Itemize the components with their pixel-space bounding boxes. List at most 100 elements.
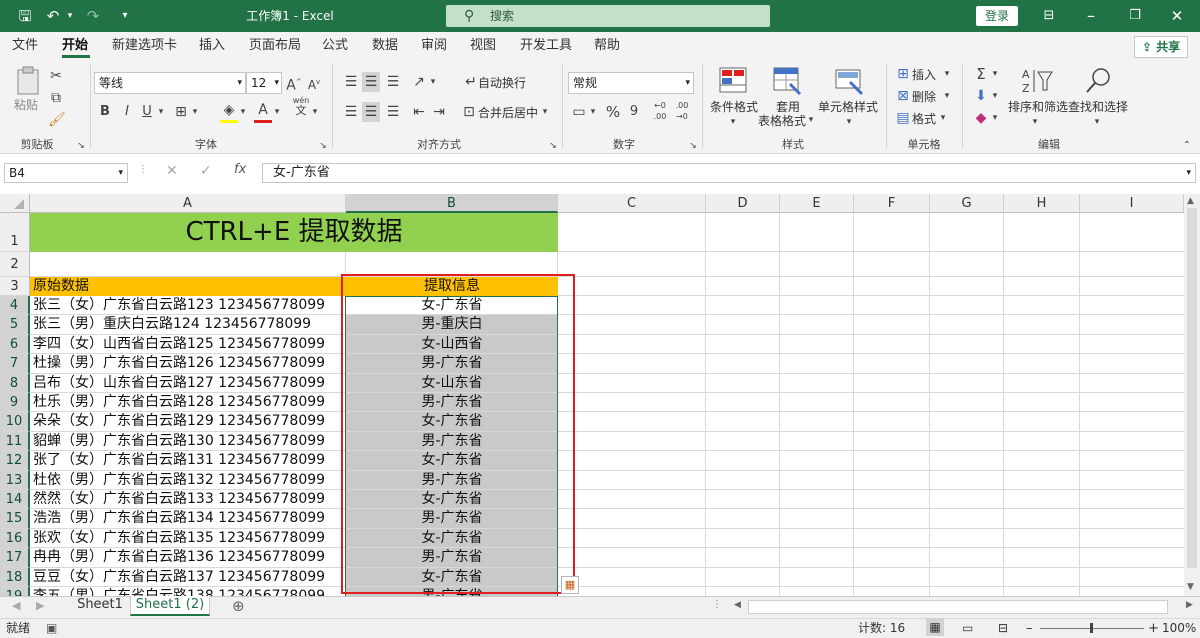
column-header-e[interactable]: E xyxy=(780,194,854,213)
chevron-down-icon[interactable]: ▾ xyxy=(990,108,1000,128)
tab-view[interactable]: 视图 xyxy=(470,32,496,60)
page-break-view-icon[interactable]: ⊟ xyxy=(998,619,1008,638)
find-select-icon[interactable] xyxy=(1084,66,1114,96)
flash-fill-options-icon[interactable]: ▦ xyxy=(561,576,579,594)
number-format-select[interactable]: 常规 ▾ xyxy=(568,72,694,94)
align-bottom-icon[interactable]: ☰ xyxy=(384,72,402,92)
next-sheet-icon[interactable]: ▶ xyxy=(36,599,44,612)
row-header-2[interactable]: 2 xyxy=(0,252,30,277)
align-right-icon[interactable]: ☰ xyxy=(384,102,402,122)
fill-color-icon[interactable]: ◈ xyxy=(220,100,238,123)
format-label[interactable]: 格式 xyxy=(912,110,936,127)
autosum-icon[interactable]: Σ xyxy=(972,64,990,84)
row-header-19[interactable]: 19 xyxy=(0,587,30,596)
chevron-down-icon[interactable]: ▾ xyxy=(942,64,952,84)
percent-button[interactable]: % xyxy=(604,102,622,122)
tab-review[interactable]: 审阅 xyxy=(421,32,447,60)
name-box[interactable]: B4 ▾ xyxy=(4,163,128,183)
row-header-13[interactable]: 13 xyxy=(0,470,30,490)
align-left-icon[interactable]: ☰ xyxy=(342,102,360,122)
table-format-icon[interactable] xyxy=(772,66,802,96)
title-cell-a1[interactable]: CTRL+E 提取数据 xyxy=(30,213,558,252)
redo-icon[interactable]: ↷ xyxy=(82,0,104,32)
cell-a4[interactable]: 张三（女）广东省白云路123 123456778099 xyxy=(33,296,345,315)
cancel-entry-icon[interactable]: ✕ xyxy=(166,163,178,179)
row-header-12[interactable]: 12 xyxy=(0,451,30,471)
cell-a19[interactable]: 李五（男）广东省白云路138 123456778099 xyxy=(33,587,345,596)
borders-icon[interactable]: ⊞ xyxy=(172,102,190,122)
column-header-g[interactable]: G xyxy=(930,194,1004,213)
merge-center-label[interactable]: 合并后居中 xyxy=(478,104,538,121)
font-name-select[interactable]: 等线 ▾ xyxy=(94,72,246,94)
tab-formulas[interactable]: 公式 xyxy=(322,32,348,60)
column-header-d[interactable]: D xyxy=(706,194,780,213)
table-format-label-2[interactable]: 表格格式 xyxy=(758,112,806,129)
row-header-3[interactable]: 3 xyxy=(0,277,30,296)
zoom-in-icon[interactable]: + xyxy=(1148,619,1159,638)
conditional-format-icon[interactable] xyxy=(718,66,748,96)
row-header-14[interactable]: 14 xyxy=(0,490,30,510)
header-cell-a3[interactable]: 原始数据 xyxy=(30,277,346,296)
increase-font-icon[interactable]: A^ xyxy=(286,72,302,96)
cell-a16[interactable]: 张欢（女）广东省白云路135 123456778099 xyxy=(33,529,345,548)
row-header-7[interactable]: 7 xyxy=(0,354,30,374)
undo-icon[interactable]: ↶ xyxy=(42,0,64,32)
undo-dropdown-icon[interactable]: ▾ xyxy=(64,0,76,32)
row-header-15[interactable]: 15 xyxy=(0,509,30,529)
search-box[interactable]: ⚲ 搜索 xyxy=(446,5,770,27)
sheet-tab-sheet1[interactable]: Sheet1 xyxy=(72,596,128,616)
clipboard-launcher-icon[interactable]: ↘ xyxy=(76,136,86,156)
zoom-out-icon[interactable]: – xyxy=(1026,619,1033,638)
tab-data[interactable]: 数据 xyxy=(372,32,398,60)
tab-page-layout[interactable]: 页面布局 xyxy=(249,32,301,60)
decrease-font-icon[interactable]: Av xyxy=(306,72,322,95)
cell-a11[interactable]: 貂蝉（男）广东省白云路130 123456778099 xyxy=(33,432,345,451)
tab-insert[interactable]: 插入 xyxy=(199,32,225,60)
underline-button[interactable]: U xyxy=(140,102,154,122)
chevron-down-icon[interactable]: ▾ xyxy=(428,72,438,92)
macro-record-icon[interactable]: ▣ xyxy=(46,619,57,638)
chevron-down-icon[interactable]: ▾ xyxy=(990,86,1000,106)
zoom-level[interactable]: 100% xyxy=(1162,619,1196,638)
chevron-down-icon[interactable]: ▾ xyxy=(156,102,166,122)
cell-a15[interactable]: 浩浩（男）广东省白云路134 123456778099 xyxy=(33,509,345,528)
scroll-left-icon[interactable]: ◀ xyxy=(734,600,741,610)
column-header-c[interactable]: C xyxy=(558,194,706,213)
number-launcher-icon[interactable]: ↘ xyxy=(688,136,698,156)
row-header-11[interactable]: 11 xyxy=(0,431,30,452)
cell-a7[interactable]: 杜操（男）广东省白云路126 123456778099 xyxy=(33,354,345,373)
align-launcher-icon[interactable]: ↘ xyxy=(548,136,558,156)
formula-input[interactable]: 女-广东省 ▾ xyxy=(262,163,1196,183)
cell-a18[interactable]: 豆豆（女）广东省白云路137 123456778099 xyxy=(33,568,345,587)
decrease-decimal-icon[interactable]: .00 →0 xyxy=(672,100,692,122)
chevron-down-icon[interactable]: ▾ xyxy=(728,112,738,132)
sheet-tab-sheet1-2[interactable]: Sheet1 (2) xyxy=(130,596,210,616)
copy-icon[interactable]: ⧉ xyxy=(48,88,64,108)
phonetic-icon[interactable]: wén 文 xyxy=(292,96,310,117)
scroll-up-icon[interactable]: ▲ xyxy=(1187,196,1194,206)
cell-a8[interactable]: 吕布（女）山东省白云路127 123456778099 xyxy=(33,374,345,393)
chevron-down-icon[interactable]: ▾ xyxy=(588,102,598,122)
tab-new[interactable]: 新建选项卡 xyxy=(112,32,177,60)
normal-view-icon[interactable]: ▦ xyxy=(926,618,944,636)
wrap-text-label[interactable]: 自动换行 xyxy=(478,74,526,91)
orientation-icon[interactable]: ↗ xyxy=(410,72,428,92)
chevron-down-icon[interactable]: ▾ xyxy=(990,64,1000,84)
scroll-thumb[interactable] xyxy=(1187,208,1197,568)
cell-a9[interactable]: 杜乐（男）广东省白云路128 123456778099 xyxy=(33,393,345,412)
vertical-scrollbar[interactable]: ▲ ▼ xyxy=(1184,194,1200,596)
chevron-down-icon[interactable]: ▾ xyxy=(1030,112,1040,132)
chevron-down-icon[interactable]: ▾ xyxy=(938,108,948,128)
column-header-h[interactable]: H xyxy=(1004,194,1080,213)
cell-a13[interactable]: 杜依（男）广东省白云路132 123456778099 xyxy=(33,471,345,490)
font-size-select[interactable]: 12 ▾ xyxy=(246,72,282,94)
format-painter-icon[interactable]: 🖌 xyxy=(48,110,66,130)
format-cells-icon[interactable]: ▤ xyxy=(894,108,912,128)
row-header-4[interactable]: 4 xyxy=(0,296,30,316)
increase-decimal-icon[interactable]: ←0.00 xyxy=(650,100,670,122)
paste-icon[interactable] xyxy=(14,66,44,96)
font-launcher-icon[interactable]: ↘ xyxy=(318,136,328,156)
save-icon[interactable]: 🖫 xyxy=(14,0,36,32)
increase-indent-icon[interactable]: ⇥ xyxy=(430,102,448,122)
customize-qat-icon[interactable]: ▾ xyxy=(118,0,132,32)
